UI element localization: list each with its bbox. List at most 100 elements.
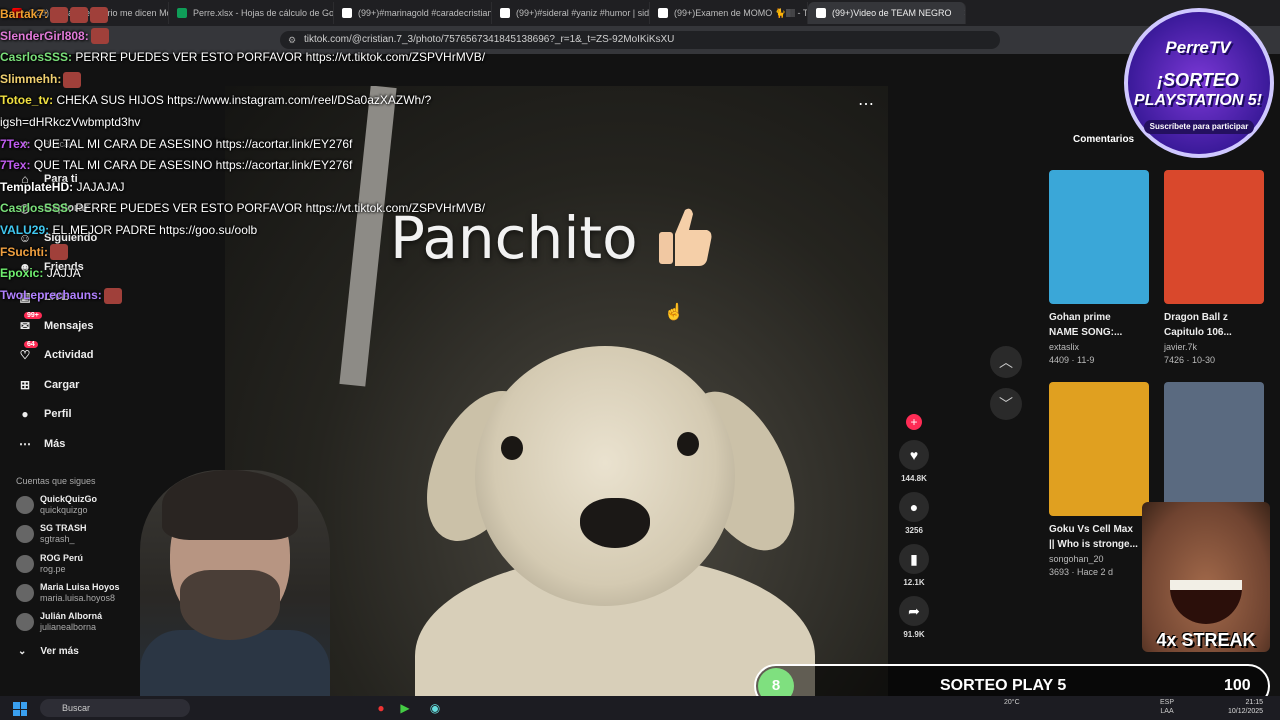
video-author: extaslix	[1049, 342, 1080, 352]
video-card[interactable]: Goku Vs Cell Max || Who is stronge... song…	[1049, 382, 1149, 577]
brand-name: PerreTV	[1165, 38, 1231, 57]
video-card[interactable]: Gohan prime NAME SONG:... extaslix 4409 · 1…	[1049, 170, 1149, 365]
account-name: QuickQuizGo	[40, 494, 98, 504]
video-title-line-2: Capitulo 106...	[1164, 327, 1232, 338]
chat-text: EL MEJOR PADRE https://goo.su/oolb	[52, 222, 258, 237]
save-button[interactable]: ▮ 12.1K	[899, 544, 929, 587]
chat-message: TwoLeprechauns:	[0, 285, 600, 307]
video-thumbnail[interactable]	[1049, 170, 1149, 304]
browser-tab[interactable]: (99+)Video de TEAM NEGRO ✕	[808, 2, 966, 24]
chat-message: TemplateHD: JAJAJAJ	[0, 177, 600, 199]
video-author: javier.7k	[1164, 342, 1198, 352]
system-clock[interactable]: 21:15 10/12/2025	[1228, 698, 1263, 716]
following-account[interactable]: SG TRASH sgtrash_	[16, 523, 87, 545]
video-thumbnail[interactable]	[1164, 382, 1264, 516]
video-card[interactable]: Dragon Ball z Capitulo 106... javier.7k 742…	[1164, 170, 1264, 365]
chat-username: FSuchti:	[0, 244, 48, 259]
chevron-down-icon: ⌄	[18, 646, 27, 657]
video-title-line-2: || Who is stronge...	[1049, 539, 1138, 550]
comment-icon: ●	[899, 492, 929, 522]
tab-favicon-icon	[658, 8, 668, 18]
dog-head	[475, 346, 735, 606]
chat-username: TemplateHD:	[0, 179, 74, 194]
account-handle: quickquizgo	[40, 505, 88, 515]
video-title-line-1: Goku Vs Cell Max	[1049, 524, 1133, 535]
heart-icon: ♥	[899, 440, 929, 470]
like-button[interactable]: ♥ 144.8K	[899, 440, 929, 483]
upload-icon: ⊞	[19, 377, 31, 392]
taskbar-app-icon[interactable]: ●	[372, 699, 390, 717]
video-title-line-1: Dragon Ball z	[1164, 312, 1228, 323]
browser-tab[interactable]: (99+)Examen de MOMO 🐈🏽 - T	[650, 2, 808, 24]
video-card[interactable]	[1164, 382, 1264, 516]
windows-start-icon[interactable]	[13, 702, 27, 716]
avatar	[16, 583, 34, 602]
follow-plus-icon[interactable]: +	[906, 414, 922, 430]
share-button[interactable]: ➦ 91.9K	[899, 596, 929, 639]
chat-text: PERRE PUEDES VER ESTO PORFAVOR https://v…	[75, 201, 486, 216]
video-thumbnail[interactable]	[1164, 170, 1264, 304]
action-count: 3256	[905, 526, 923, 535]
taskbar-media-icon[interactable]: ▶	[396, 699, 414, 717]
video-title-line-2: NAME SONG:...	[1049, 327, 1123, 338]
chat-text: QUE TAL MI CARA DE ASESINO https://acort…	[33, 158, 353, 173]
following-account[interactable]: Maria Luisa Hoyos maria.luisa.hoyos8	[16, 582, 120, 604]
following-account[interactable]: QuickQuizGo quickquizgo	[16, 494, 97, 516]
account-name: ROG Perú	[40, 552, 84, 563]
chat-username: Totoe_tv:	[0, 93, 54, 108]
more-options-icon[interactable]: ⋯	[858, 94, 874, 114]
account-name: Julián Alborná	[40, 611, 103, 622]
activity-icon: ♡ 64	[18, 341, 38, 362]
see-more-button[interactable]: ⌄ Ver más	[18, 646, 79, 657]
profile-icon: ●	[21, 407, 29, 422]
chevron-up-icon[interactable]: ︿	[990, 346, 1022, 378]
language-indicator[interactable]: ESP LAA	[1160, 698, 1174, 716]
avatar	[16, 554, 34, 573]
clock-date: 10/12/2025	[1228, 708, 1264, 715]
sidebar-item-cargar[interactable]: ⊞ Cargar	[18, 377, 80, 392]
chat-text: igsh=dHRkczVwbmptd3hv	[0, 114, 141, 129]
tab-close-icon[interactable]: ✕	[963, 8, 965, 19]
avatar	[16, 525, 34, 544]
chat-emote-icon	[90, 28, 109, 45]
video-thumbnail[interactable]	[1049, 382, 1149, 516]
taskbar-search[interactable]: Buscar	[40, 699, 190, 717]
chat-emote-icon	[50, 6, 69, 23]
chat-message: 7Tex: QUE TAL MI CARA DE ASESINO https:/…	[0, 134, 600, 156]
more-icon: ⋯	[19, 436, 31, 451]
dog-nose	[580, 498, 650, 548]
chat-emote-icon	[70, 6, 89, 23]
promo-subtitle: Suscríbete para participar	[1144, 120, 1254, 134]
promo-line-2: PLAYSTATION 5!	[1134, 92, 1262, 109]
action-count: 12.1K	[903, 578, 925, 587]
video-author: songohan_20	[1049, 554, 1104, 564]
share-icon: ➦	[899, 596, 929, 626]
chat-text: JAJAJAJ	[76, 179, 125, 194]
chat-message: VALU29: EL MEJOR PADRE https://goo.su/oo…	[0, 220, 600, 242]
following-account[interactable]: ROG Perú rog.pe	[16, 553, 83, 575]
streamer-webcam	[140, 470, 330, 720]
see-more-label: Ver más	[40, 646, 79, 657]
weather-widget[interactable]: 20°C	[1004, 698, 1020, 707]
chat-message: Bartak7:	[0, 4, 600, 26]
chat-message: Epoxic: JAJJA	[0, 263, 600, 285]
chevron-down-icon[interactable]: ﹀	[990, 388, 1022, 420]
chat-username: CasrlosSSS:	[0, 50, 73, 65]
sidebar-item-más[interactable]: ⋯ Más	[18, 437, 65, 451]
streak-overlay: 4x STREAK	[1142, 502, 1270, 688]
action-count: 144.8K	[901, 474, 927, 483]
video-stats: 4409 · 11-9	[1049, 355, 1095, 365]
chat-username: Slimmehh:	[0, 71, 62, 86]
taskbar-game-icon[interactable]: ◉	[426, 699, 444, 717]
sidebar-item-label: Perfil	[44, 408, 72, 421]
following-account[interactable]: Julián Alborná julianealborna	[16, 611, 102, 633]
bookmark-icon: ▮	[899, 544, 929, 574]
chat-username: VALU29:	[0, 222, 50, 237]
sidebar-item-label: Actividad	[44, 349, 94, 362]
chat-emote-icon	[63, 71, 82, 88]
sidebar-item-perfil[interactable]: ● Perfil	[18, 407, 72, 422]
sidebar-item-mensajes[interactable]: ✉ 99+ Mensajes	[18, 312, 94, 333]
chat-message: CasrlosSSS: PERRE PUEDES VER ESTO PORFAV…	[0, 47, 600, 69]
sidebar-item-actividad[interactable]: ♡ 64 Actividad	[18, 341, 94, 362]
comment-button[interactable]: ● 3256	[899, 492, 929, 535]
